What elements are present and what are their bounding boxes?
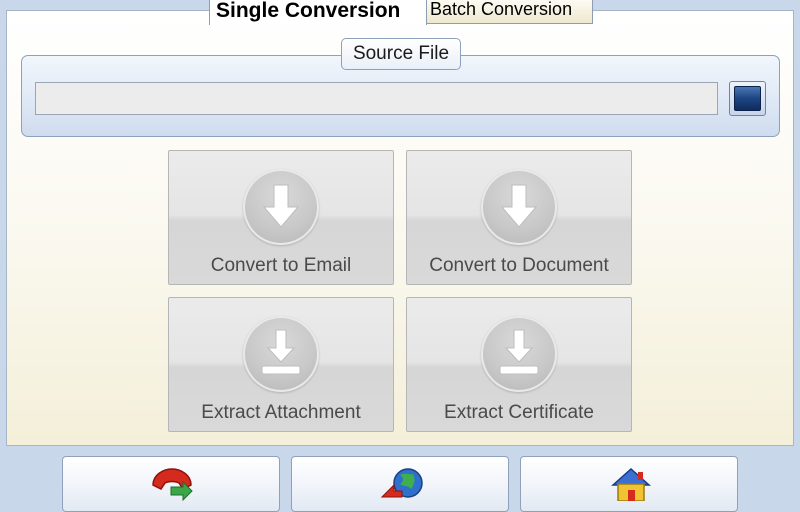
- convert-to-email-button[interactable]: Convert to Email: [168, 150, 394, 285]
- browse-button[interactable]: [729, 81, 766, 116]
- extract-certificate-button[interactable]: Extract Certificate: [406, 297, 632, 432]
- website-button[interactable]: [291, 456, 509, 512]
- convert-to-document-label: Convert to Document: [429, 255, 609, 276]
- support-button[interactable]: [62, 456, 280, 512]
- convert-to-email-label: Convert to Email: [210, 255, 352, 276]
- source-file-path-input[interactable]: [35, 82, 718, 115]
- convert-to-document-button[interactable]: Convert to Document: [406, 150, 632, 285]
- download-tray-icon: [481, 316, 557, 392]
- tab-batch-conversion[interactable]: Batch Conversion: [426, 0, 593, 24]
- download-arrow-icon: [243, 169, 319, 245]
- extract-certificate-label: Extract Certificate: [444, 402, 594, 423]
- tab-single-conversion[interactable]: Single Conversion: [209, 0, 427, 25]
- globe-icon: [380, 468, 423, 498]
- home-icon: [611, 467, 651, 501]
- phone-icon: [152, 468, 193, 501]
- extract-attachment-label: Extract Attachment: [201, 402, 361, 423]
- download-arrow-icon: [481, 169, 557, 245]
- browse-folder-icon: [734, 86, 761, 111]
- source-file-legend: Source File: [341, 38, 461, 70]
- home-button[interactable]: [520, 456, 738, 512]
- download-tray-icon: [243, 316, 319, 392]
- extract-attachment-button[interactable]: Extract Attachment: [168, 297, 394, 432]
